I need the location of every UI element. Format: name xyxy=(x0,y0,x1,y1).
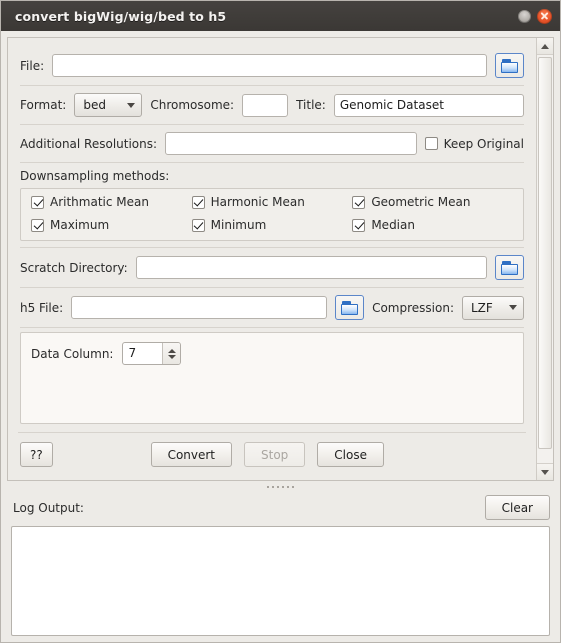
format-label: Format: xyxy=(20,98,67,112)
scroll-down-button[interactable] xyxy=(537,463,553,480)
convert-button[interactable]: Convert xyxy=(150,442,233,467)
format-row: Format: bed Chromosome: Title: xyxy=(18,86,526,124)
help-button[interactable]: ?? xyxy=(20,442,53,467)
log-header: Log Output: Clear xyxy=(9,493,552,526)
stepper-arrows[interactable] xyxy=(162,343,181,364)
data-column-value: 7 xyxy=(128,346,137,360)
scratch-directory-input[interactable] xyxy=(135,256,487,279)
file-browse-button[interactable] xyxy=(495,53,524,78)
splitter-grip-icon xyxy=(267,486,294,488)
chevron-down-icon[interactable] xyxy=(167,354,176,359)
method-label: Arithmatic Mean xyxy=(50,195,149,209)
log-output-label: Log Output: xyxy=(13,500,84,515)
keep-original-label: Keep Original xyxy=(443,136,524,151)
compression-select[interactable]: LZF xyxy=(462,295,524,320)
additional-resolutions-label: Additional Resolutions: xyxy=(20,136,158,151)
chevron-down-icon xyxy=(127,102,136,108)
method-maximum[interactable]: Maximum xyxy=(31,218,192,232)
conversion-form: File: Format: bed Chromosome: Title: Gen… xyxy=(8,38,536,480)
folder-icon xyxy=(501,260,518,275)
scratch-directory-row: Scratch Directory: xyxy=(18,248,526,287)
checkbox-box xyxy=(191,218,205,232)
clear-log-button[interactable]: Clear xyxy=(484,495,550,520)
scratch-directory-browse-button[interactable] xyxy=(495,255,524,280)
data-column-label: Data Column: xyxy=(31,346,114,361)
compression-label: Compression: xyxy=(372,300,454,315)
close-icon[interactable] xyxy=(537,8,552,24)
checkbox-box xyxy=(424,137,438,150)
file-row: File: xyxy=(18,46,526,85)
downsampling-group: Arithmatic Mean Harmonic Mean Geometric … xyxy=(20,188,524,241)
window-content: File: Format: bed Chromosome: Title: Gen… xyxy=(1,31,560,642)
data-column-stepper[interactable]: 7 xyxy=(122,342,182,365)
title-bar: convert bigWig/wig/bed to h5 xyxy=(1,1,560,31)
scroll-up-button[interactable] xyxy=(537,38,553,55)
file-label: File: xyxy=(20,58,45,73)
h5-file-row: h5 File: Compression: LZF xyxy=(18,288,526,327)
close-button[interactable]: Close xyxy=(317,442,384,467)
downsampling-label: Downsampling methods: xyxy=(20,169,170,183)
action-button-row: ?? Convert Stop Close xyxy=(18,432,526,473)
format-value: bed xyxy=(83,98,106,112)
format-select[interactable]: bed xyxy=(74,93,143,117)
h5-file-label: h5 File: xyxy=(20,300,64,315)
method-label: Median xyxy=(371,218,415,232)
file-input[interactable] xyxy=(52,54,487,77)
minimize-icon[interactable] xyxy=(518,9,531,23)
form-scrollbar[interactable] xyxy=(536,38,553,480)
stop-button[interactable]: Stop xyxy=(244,442,306,467)
chevron-down-icon xyxy=(509,305,517,310)
method-arithmatic-mean[interactable]: Arithmatic Mean xyxy=(31,195,192,209)
main-window: convert bigWig/wig/bed to h5 File: Forma… xyxy=(0,0,561,643)
method-geometric-mean[interactable]: Geometric Mean xyxy=(352,195,513,209)
arrow-down-icon xyxy=(541,469,549,475)
method-label: Harmonic Mean xyxy=(210,195,305,209)
window-controls xyxy=(518,8,552,24)
checkbox-box xyxy=(31,218,44,232)
checkbox-box xyxy=(31,195,44,209)
method-harmonic-mean[interactable]: Harmonic Mean xyxy=(191,195,353,209)
method-label: Minimum xyxy=(210,218,267,232)
form-scroll-pane: File: Format: bed Chromosome: Title: Gen… xyxy=(7,37,554,481)
checkbox-box xyxy=(352,195,366,209)
h5-file-input[interactable] xyxy=(71,296,328,319)
chromosome-input[interactable] xyxy=(242,93,289,117)
compression-value: LZF xyxy=(471,300,493,315)
arrow-up-icon xyxy=(541,43,549,49)
downsampling-methods: Arithmatic Mean Harmonic Mean Geometric … xyxy=(31,195,513,232)
title-input[interactable] xyxy=(333,93,524,117)
additional-resolutions-row: Additional Resolutions: Keep Original xyxy=(18,125,526,162)
chevron-up-icon[interactable] xyxy=(167,348,176,353)
h5-file-browse-button[interactable] xyxy=(335,295,365,320)
method-label: Maximum xyxy=(50,218,110,232)
additional-resolutions-input[interactable] xyxy=(165,132,417,155)
method-label: Geometric Mean xyxy=(371,195,471,209)
checkbox-box xyxy=(352,218,366,232)
divider xyxy=(20,327,524,328)
chromosome-label: Chromosome: xyxy=(150,98,235,112)
scrollbar-thumb[interactable] xyxy=(538,57,552,449)
log-output-textarea[interactable] xyxy=(11,526,550,636)
folder-icon xyxy=(341,300,359,315)
data-column-panel: Data Column: 7 xyxy=(20,332,524,424)
method-minimum[interactable]: Minimum xyxy=(191,218,353,232)
panel-splitter[interactable] xyxy=(7,481,554,493)
window-title: convert bigWig/wig/bed to h5 xyxy=(15,8,227,24)
checkbox-box xyxy=(191,195,205,209)
keep-original-checkbox[interactable]: Keep Original xyxy=(424,136,524,151)
method-median[interactable]: Median xyxy=(352,218,513,232)
title-label: Title: xyxy=(296,98,326,112)
log-section: Log Output: Clear xyxy=(7,493,554,642)
scratch-directory-label: Scratch Directory: xyxy=(20,260,128,275)
scrollbar-track[interactable] xyxy=(537,55,553,463)
folder-icon xyxy=(501,58,518,73)
